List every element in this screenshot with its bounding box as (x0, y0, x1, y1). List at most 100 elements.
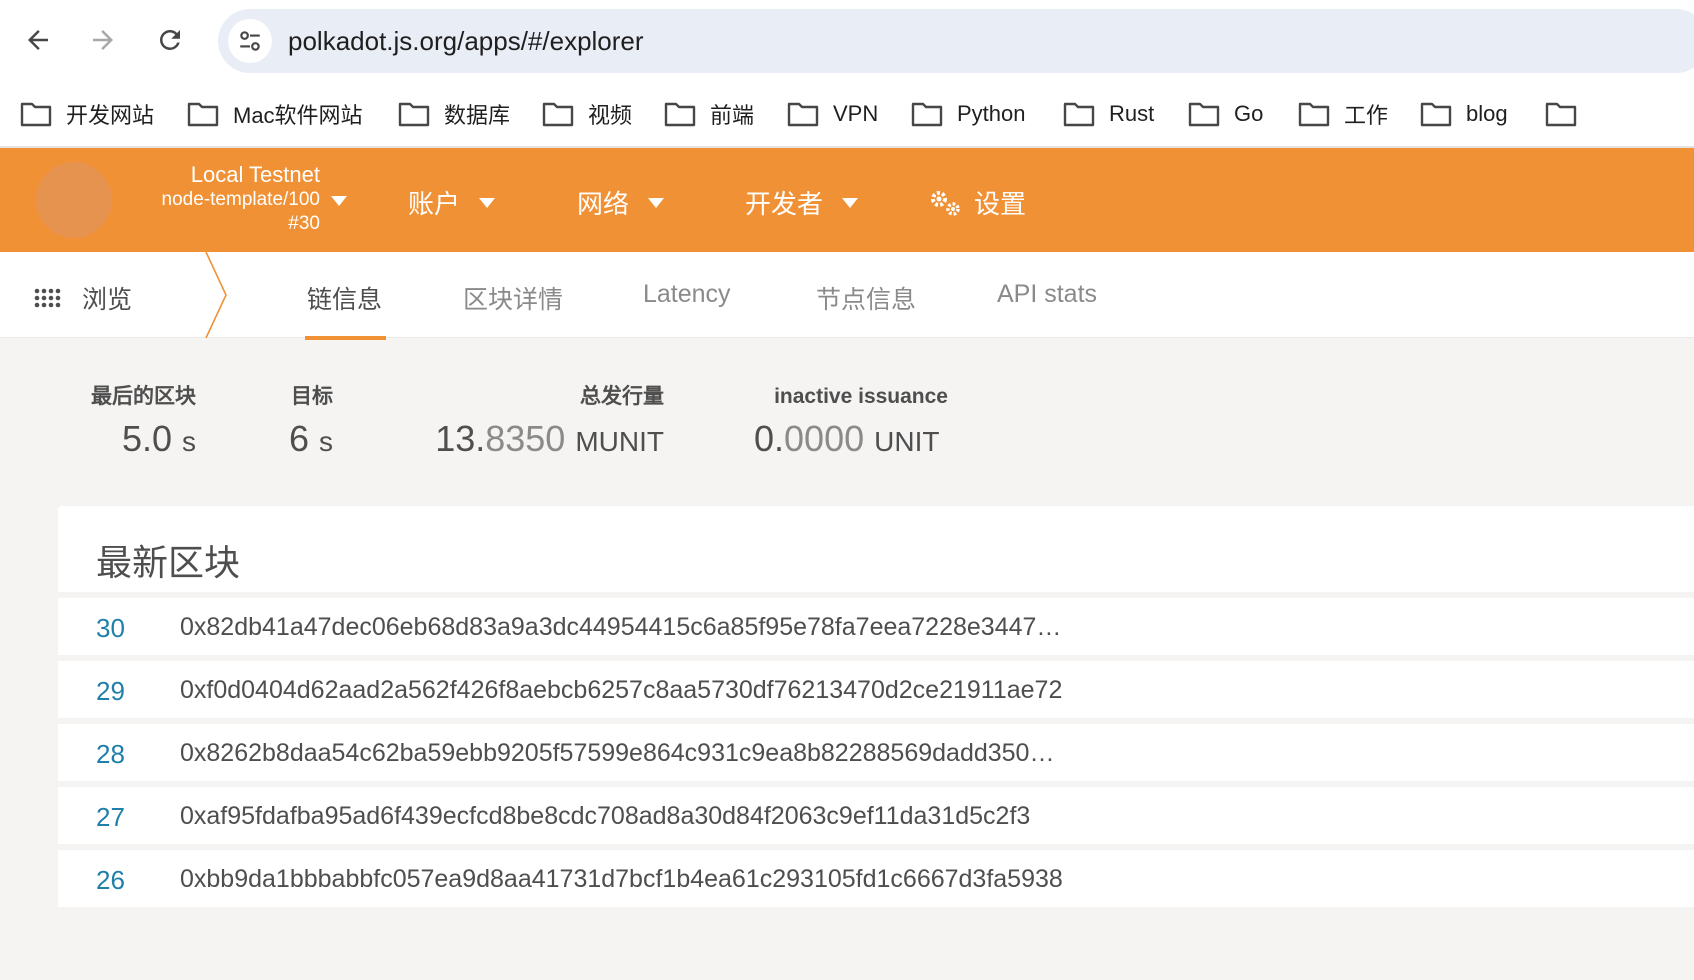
bookmark-folder[interactable]: 开发网站 (20, 99, 154, 129)
tab-node-info[interactable]: 节点信息 (816, 280, 916, 316)
summary-value: 0.0000 UNIT (754, 418, 940, 459)
menu-developer[interactable]: 开发者 (745, 184, 859, 221)
bookmark-label: Rust (1109, 101, 1155, 126)
menu-label: 开发者 (745, 189, 824, 219)
summary-label: inactive issuance (774, 385, 948, 408)
menu-network[interactable]: 网络 (577, 184, 665, 221)
summary-label: 总发行量 (580, 385, 664, 408)
chain-name: Local Testnet (190, 162, 320, 187)
menu-label: 账户 (408, 189, 461, 219)
bookmark-folder[interactable]: VPN (787, 99, 878, 129)
bookmark-label: Python (957, 101, 1026, 126)
bookmark-folder[interactable]: blog (1420, 99, 1508, 129)
caret-down-icon (842, 197, 859, 208)
recent-blocks-card: 最新区块 (58, 506, 1694, 592)
menu-label: 网络 (577, 189, 630, 219)
bookmark-folder[interactable]: Rust (1063, 99, 1154, 129)
bookmark-folder[interactable]: 数据库 (398, 99, 510, 129)
forward-button[interactable] (83, 20, 123, 60)
block-hash: 0xaf95fdafba95ad6f439ecfcd8be8cdc708ad8a… (180, 802, 1031, 830)
chain-selector[interactable]: Local Testnet node-template/100 #30 (130, 162, 320, 236)
active-tab-indicator (305, 336, 386, 340)
summary-value: 5.0 s (121, 418, 196, 459)
summary-total-issuance: 总发行量 13.8350 MUNIT (424, 382, 664, 465)
bookmark-label: 工作 (1344, 103, 1389, 128)
folder-icon (398, 102, 430, 127)
menu-settings[interactable]: 设置 (928, 184, 1026, 221)
folder-icon (1298, 102, 1330, 127)
folder-icon (20, 102, 52, 127)
caret-down-icon (648, 197, 665, 208)
chain-block-number: #30 (288, 213, 320, 234)
folder-icon (664, 102, 696, 127)
bookmark-folder[interactable]: Go (1188, 99, 1263, 129)
folder-icon (1420, 102, 1452, 127)
bookmarks-bar: 开发网站 Mac软件网站 数据库 视频 前端 VPN Python Rust G… (0, 82, 1694, 148)
recent-blocks-title: 最新区块 (96, 542, 241, 583)
tab-api-stats[interactable]: API stats (997, 280, 1097, 309)
bookmark-label: 数据库 (444, 103, 511, 128)
table-row: 29 0xf0d0404d62aad2a562f426f8aebcb6257c8… (58, 661, 1694, 718)
folder-icon (1545, 102, 1577, 127)
reload-icon (160, 29, 180, 50)
bookmark-folder[interactable]: 工作 (1298, 99, 1388, 129)
caret-down-icon[interactable] (330, 195, 348, 207)
folder-icon (1188, 102, 1220, 127)
site-info-button[interactable] (228, 19, 272, 63)
summary-label: 目标 (291, 385, 333, 408)
tab-divider (205, 252, 227, 338)
folder-icon (787, 102, 819, 127)
arrow-left-icon (28, 30, 48, 50)
table-row: 27 0xaf95fdafba95ad6f439ecfcd8be8cdc708a… (58, 787, 1694, 844)
block-number-link[interactable]: 27 (96, 802, 125, 833)
gears-icon (931, 190, 960, 216)
table-row: 30 0x82db41a47dec06eb68d83a9a3dc44954415… (58, 598, 1694, 655)
chain-logo[interactable] (36, 162, 112, 238)
block-hash: 0xf0d0404d62aad2a562f426f8aebcb6257c8aa5… (180, 676, 1063, 704)
bookmark-folder[interactable]: 视频 (542, 99, 632, 129)
reload-button[interactable] (150, 20, 190, 60)
bookmark-label: 前端 (710, 103, 755, 128)
summary-last-block: 最后的区块 5.0 s (80, 382, 196, 465)
browse-label: 浏览 (82, 286, 133, 314)
apps-grid-icon (34, 288, 61, 308)
bookmark-folder[interactable] (1545, 99, 1591, 129)
summary-value: 6 s (288, 418, 333, 459)
url-bar[interactable]: polkadot.js.org/apps/#/explorer (218, 9, 1694, 73)
browser-toolbar: polkadot.js.org/apps/#/explorer (0, 0, 1694, 82)
table-row: 28 0x8262b8daa54c62ba59ebb9205f57599e864… (58, 724, 1694, 781)
tab-block-details[interactable]: 区块详情 (463, 280, 563, 316)
block-number-link[interactable]: 26 (96, 865, 125, 896)
bookmark-label: Mac软件网站 (233, 103, 363, 128)
block-number-link[interactable]: 30 (96, 613, 125, 644)
chain-runtime: node-template/100 (161, 189, 320, 210)
bookmark-label: 开发网站 (66, 103, 155, 128)
block-hash: 0xbb9da1bbbabbfc057ea9d8aa41731d7bcf1b4e… (180, 865, 1063, 893)
bookmark-label: VPN (833, 101, 879, 126)
block-number-link[interactable]: 29 (96, 676, 125, 707)
block-number-link[interactable]: 28 (96, 739, 125, 770)
app-header: Local Testnet node-template/100 #30 账户 网… (0, 148, 1694, 252)
browse-menu[interactable]: 浏览 (34, 280, 132, 316)
bookmark-folder[interactable]: Mac软件网站 (187, 99, 363, 129)
summary-target: 目标 6 s (286, 382, 333, 465)
bookmark-folder[interactable]: 前端 (664, 99, 754, 129)
summary-label: 最后的区块 (91, 385, 196, 408)
tabs-bar: 浏览 链信息 区块详情 Latency 节点信息 API stats (0, 252, 1694, 340)
back-button[interactable] (18, 20, 58, 60)
tune-icon (240, 31, 260, 51)
summary-value: 13.8350 MUNIT (435, 418, 664, 459)
tab-chain-info[interactable]: 链信息 (307, 280, 382, 316)
arrow-right-icon (93, 30, 113, 50)
bookmark-folder[interactable]: Python (911, 99, 1026, 129)
block-hash: 0x8262b8daa54c62ba59ebb9205f57599e864c93… (180, 739, 1055, 767)
bookmark-label: Go (1234, 101, 1264, 126)
url-text[interactable]: polkadot.js.org/apps/#/explorer (288, 26, 644, 57)
tab-latency[interactable]: Latency (643, 280, 731, 309)
summary-inactive-issuance: inactive issuance 0.0000 UNIT (754, 382, 948, 465)
caret-down-icon (479, 197, 496, 208)
folder-icon (1063, 102, 1095, 127)
menu-accounts[interactable]: 账户 (408, 184, 496, 221)
folder-icon (187, 102, 219, 127)
menu-label: 设置 (974, 189, 1027, 219)
